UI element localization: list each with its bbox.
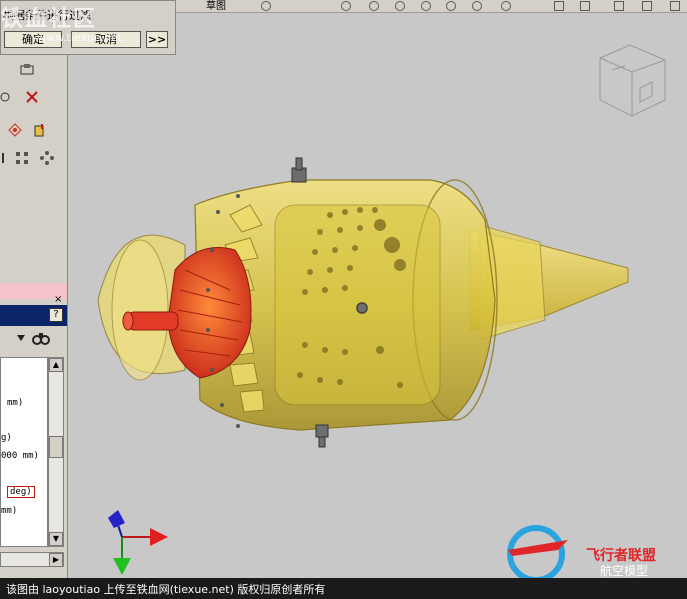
property-line: mm) [1,506,18,516]
pattern-icon[interactable] [15,151,29,165]
rotate-view-icon[interactable] [446,1,456,11]
view-cube [599,44,666,117]
zoom-selection-icon[interactable] [421,1,431,11]
vertical-scrollbar[interactable]: ▲ ▼ [48,357,64,547]
coordinate-triad [108,510,168,575]
logo-subtitle: 航空模型 [600,564,649,578]
hidden-lines-icon[interactable] [580,1,590,11]
caption-bar: 该图由 laoyoutiao 上传至铁血网(tiexue.net) 版权归原创者… [0,578,687,599]
more-options-button[interactable]: >> [146,31,168,48]
extrude-icon[interactable] [32,123,46,137]
scroll-down-icon[interactable]: ▼ [49,532,63,546]
engine-model [97,44,666,575]
property-line-selected[interactable]: deg) [7,486,35,498]
previous-view-icon[interactable] [501,1,511,11]
section-view-icon[interactable] [614,1,624,11]
reference-point-icon[interactable] [8,123,22,137]
property-line: mm) [7,398,24,408]
component-icon[interactable] [0,90,14,104]
line-icon[interactable] [0,151,14,165]
pan-view-icon[interactable] [472,1,482,11]
property-list[interactable]: mm) g) 000 mm) deg) mm) [0,357,48,547]
scroll-thumb[interactable] [49,436,63,458]
watermark-url: www.tiexue.net [37,31,123,44]
scroll-up-icon[interactable]: ▲ [49,358,63,372]
caption-text: 该图由 laoyoutiao 上传至铁血网(tiexue.net) 版权归原创者… [6,583,326,596]
binoculars-icon[interactable] [32,330,50,346]
mate-icon[interactable] [25,90,39,104]
toolbar-sketch-label[interactable]: 草图 [206,0,226,12]
circular-pattern-icon[interactable] [40,151,54,165]
3d-viewport[interactable] [0,0,687,578]
property-line: 000 mm) [1,451,39,461]
assembly-icon[interactable] [20,63,34,77]
view-orient-icon[interactable] [261,1,271,11]
help-button[interactable]: ? [49,308,63,322]
property-line: g) [1,433,12,443]
logo-emblem-icon [507,525,568,578]
perspective-icon[interactable] [670,1,680,11]
shaded-view-icon[interactable] [554,1,564,11]
zoom-fit-icon[interactable] [341,1,351,11]
zoom-area-icon[interactable] [369,1,379,11]
dropdown-arrow-icon[interactable] [16,334,26,342]
horizontal-scrollbar[interactable]: ▶ [0,552,64,567]
scroll-right-icon[interactable]: ▶ [49,553,63,567]
zoom-in-out-icon[interactable] [395,1,405,11]
panel-close-icon[interactable]: × [54,294,62,305]
filter-dialog: 根据条件进行过滤 确定 取消 >> 铁血社区 www.tiexue.net [0,0,176,55]
wireframe-icon[interactable] [642,1,652,11]
toolbar: 草图 [176,0,687,13]
watermark-text: 铁血社区 [1,7,98,32]
